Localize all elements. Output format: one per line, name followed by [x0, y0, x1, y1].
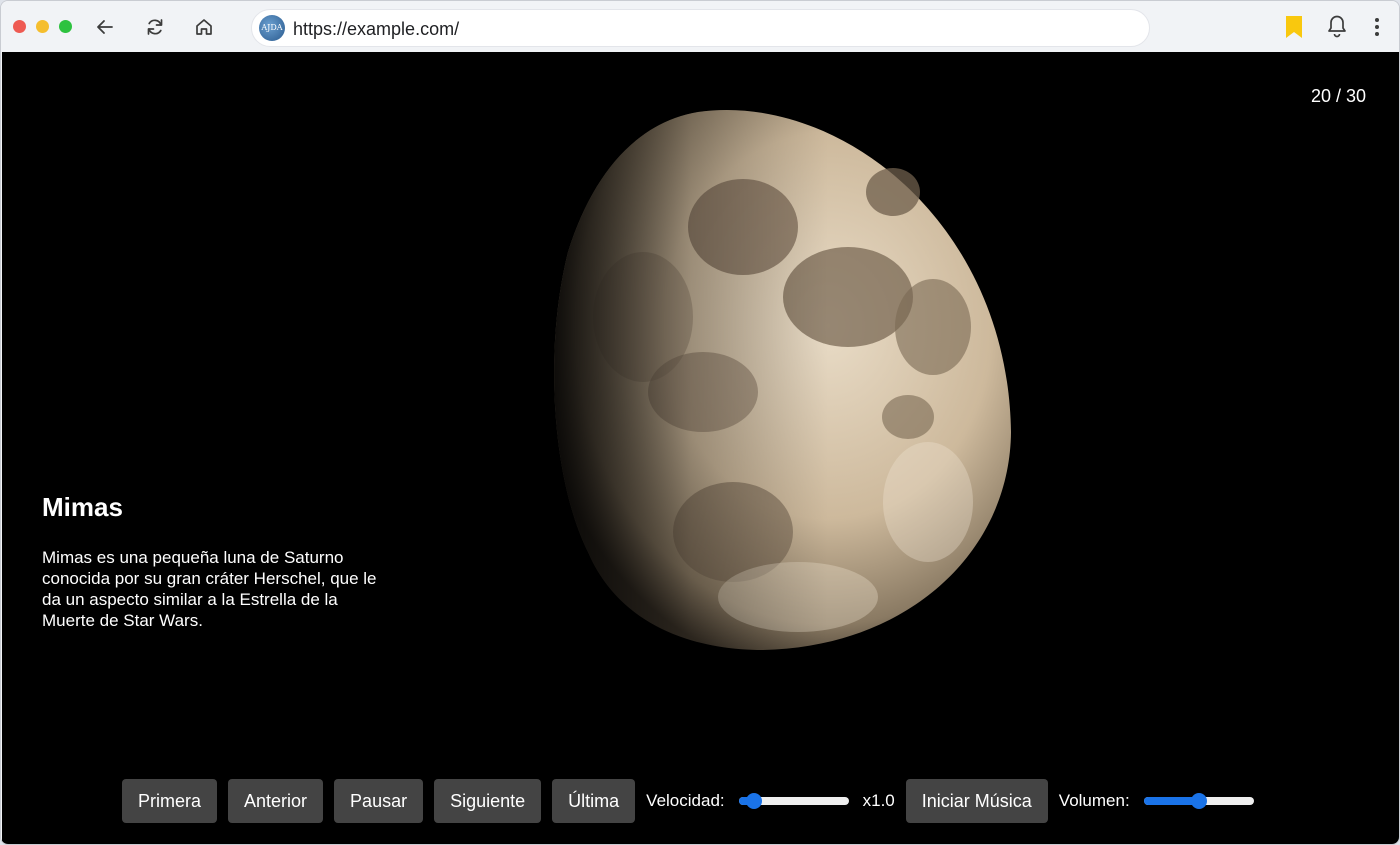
last-button[interactable]: Última — [552, 779, 636, 823]
previous-button[interactable]: Anterior — [228, 779, 324, 823]
slide-title: Mimas — [42, 492, 123, 522]
back-button[interactable] — [91, 13, 119, 41]
pause-button[interactable]: Pausar — [334, 779, 424, 823]
reload-button[interactable] — [141, 13, 169, 41]
bell-icon[interactable] — [1326, 14, 1348, 38]
address-bar[interactable]: AJDA https://example.com/ — [251, 9, 1150, 47]
volume-label: Volumen: — [1058, 791, 1130, 810]
slideshow-controls: Primera Anterior Pausar Siguiente Última… — [122, 779, 1268, 823]
speed-slider-thumb[interactable] — [746, 793, 763, 809]
slideshow-viewport: 20 / 30 Mimas Mimas es una pequeña luna … — [2, 52, 1399, 844]
volume-slider[interactable] — [1143, 791, 1254, 811]
home-icon — [196, 19, 212, 35]
favicon-text: AJDA — [261, 23, 283, 32]
next-button[interactable]: Siguiente — [434, 779, 542, 823]
start-music-button[interactable]: Iniciar Música — [905, 779, 1048, 823]
home-button[interactable] — [190, 13, 218, 41]
maximize-window-button[interactable] — [59, 20, 72, 33]
close-window-button[interactable] — [13, 20, 26, 33]
first-button[interactable]: Primera — [122, 779, 218, 823]
slide-caption: Mimas Mimas es una pequeña luna de Satur… — [42, 492, 387, 631]
browser-window: AJDA https://example.com/ 20 / 30 Mimas … — [0, 0, 1400, 845]
speed-value: x1.0 — [862, 791, 895, 810]
speed-slider[interactable] — [738, 791, 849, 811]
browser-toolbar: AJDA https://example.com/ — [1, 1, 1399, 52]
site-favicon: AJDA — [259, 15, 285, 41]
reload-icon — [147, 19, 163, 35]
bookmark-icon[interactable] — [1284, 15, 1304, 39]
volume-slider-thumb[interactable] — [1190, 793, 1207, 809]
moon-image — [554, 109, 1011, 650]
speed-label: Velocidad: — [646, 791, 725, 810]
slide-description: Mimas es una pequeña luna de Saturno con… — [42, 548, 377, 630]
slide-counter: 20 / 30 — [1310, 86, 1366, 106]
back-icon — [97, 20, 113, 34]
minimize-window-button[interactable] — [36, 20, 49, 33]
menu-icon[interactable] — [1369, 16, 1385, 38]
url-text[interactable]: https://example.com/ — [293, 19, 459, 40]
